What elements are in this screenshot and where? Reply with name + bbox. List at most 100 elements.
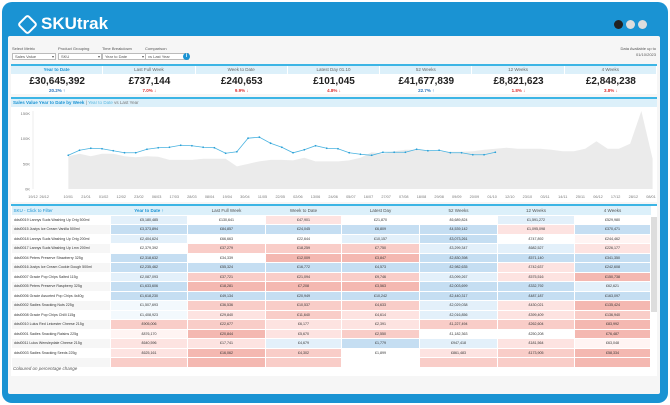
column-header[interactable]: 4 Weeks bbox=[574, 206, 651, 215]
value-cell: £4,679 bbox=[265, 338, 342, 349]
legend-ytd[interactable]: Year to Date bbox=[88, 100, 113, 105]
value-cell: £17,741 bbox=[187, 338, 266, 349]
column-header[interactable]: Week to Date bbox=[265, 206, 342, 215]
kpi-card[interactable]: Week to Date £240,653 9.9% ↓ bbox=[195, 66, 288, 94]
table-row[interactable]: ddsl0005 Peters Preserve Raspberry 325g £… bbox=[11, 281, 651, 292]
value-cell: £83,992 bbox=[574, 319, 651, 330]
sku-name[interactable]: ddsl0001 Sadies Snacking Raisins 225g bbox=[11, 328, 111, 339]
value-cell: £742,637 bbox=[497, 262, 575, 273]
column-header[interactable]: 52 Weeks bbox=[419, 206, 498, 215]
x-tick-label: 13/06 bbox=[311, 195, 321, 199]
ytd-point bbox=[89, 147, 92, 150]
table-row[interactable]: ddsl0007 Gracie Pop Chips Salted 115g £2,… bbox=[11, 271, 651, 282]
ytd-point bbox=[426, 149, 429, 152]
x-tick-label: 19/12 bbox=[28, 195, 38, 199]
kpi-card[interactable]: Latest Day 01.10 £101,045 4.8% ↓ bbox=[287, 66, 381, 94]
sku-name[interactable]: ddsl0003 Sadies Snacking Seeds 225g bbox=[11, 347, 111, 358]
value-cell: £7,208 bbox=[265, 281, 342, 292]
sku-name[interactable]: ddsl0005 Peters Preserve Raspberry 325g bbox=[11, 281, 111, 292]
x-tick-label: 08/01 bbox=[646, 195, 656, 199]
value-cell: £37,279 bbox=[187, 243, 266, 254]
page-dot[interactable] bbox=[626, 20, 635, 29]
sku-name[interactable]: ddsl0006 Gracie Assorted Pop Chips 4x40g bbox=[11, 290, 111, 301]
ytd-point bbox=[460, 151, 463, 154]
value-cell: £12,009 bbox=[265, 252, 342, 263]
x-tick-label: 23/02 bbox=[134, 195, 144, 199]
sku-name[interactable]: ddsl0011 Lulus Wensleydale Cheese 215g bbox=[11, 338, 111, 349]
value-cell: £4,302 bbox=[265, 347, 342, 358]
control-label: Select Metric bbox=[12, 46, 36, 51]
column-header[interactable]: Last Full Week bbox=[187, 206, 266, 215]
value-cell: £6,177 bbox=[265, 319, 342, 330]
x-tick-label: 11/05 bbox=[258, 195, 267, 199]
kpi-value: £240,653 bbox=[220, 76, 263, 87]
ytd-point bbox=[280, 146, 283, 149]
value-cell: £226,177 bbox=[574, 243, 651, 254]
sku-name[interactable]: ddsl0019 Lannys Suds Washing Up Orig 500… bbox=[11, 214, 111, 225]
sku-name[interactable]: ddsl0015 Justys Ice Cream Vanilla 500ml bbox=[11, 224, 111, 235]
table-row[interactable]: ddsl0016 Justys Ice Cream Cookie Dough 5… bbox=[11, 262, 651, 273]
control-select[interactable]: Year to Date bbox=[102, 53, 146, 60]
control-select[interactable]: Sales Value bbox=[12, 53, 56, 60]
table-row[interactable]: ddsl0006 Gracie Assorted Pop Chips 4x40g… bbox=[11, 290, 651, 301]
sku-name[interactable]: ddsl0007 Gracie Pop Chips Salted 115g bbox=[11, 271, 111, 282]
table-row[interactable]: ddsl0019 Lannys Suds Washing Up Orig 500… bbox=[11, 214, 651, 225]
sku-name[interactable]: ddsl0010 Lulus Red Leicester Cheese 215g bbox=[11, 319, 111, 330]
x-tick-label: 22/05 bbox=[275, 195, 285, 199]
value-cell: £21,094 bbox=[265, 271, 342, 282]
page-dot[interactable] bbox=[638, 20, 647, 29]
value-cell: £2,550 bbox=[341, 328, 420, 339]
kpi-card[interactable]: 52 Weeks £41,677,839 22.7% ↑ bbox=[380, 66, 473, 94]
table-row[interactable]: ddsl0015 Justys Ice Cream Vanilla 500ml £… bbox=[11, 224, 651, 235]
column-header[interactable]: SKU - Click to Filter bbox=[11, 206, 111, 215]
sku-name[interactable]: ddsl0004 Peters Preserve Strawberry 325g bbox=[11, 252, 111, 263]
sku-name[interactable]: ddsl0002 Sadies Snacking Nuts 225g bbox=[11, 300, 111, 311]
ytd-point bbox=[269, 142, 272, 145]
ytd-point bbox=[78, 149, 81, 152]
sku-name[interactable]: ddsl0018 Lannys Suds Washing Up Orig 200… bbox=[11, 233, 111, 244]
page-dot-active[interactable] bbox=[614, 20, 623, 29]
legend-last-year[interactable]: vs Last Year bbox=[113, 100, 139, 105]
value-cell: £5,670 bbox=[265, 328, 342, 339]
ytd-point bbox=[157, 146, 160, 149]
column-header[interactable]: Year to Date ↑ bbox=[110, 206, 188, 215]
value-cell: £2,029,038 bbox=[419, 300, 498, 311]
table-row[interactable]: ddsl0004 Peters Preserve Strawberry 325g… bbox=[11, 252, 651, 263]
table-row[interactable]: ddsl0003 Sadies Snacking Seeds 225g £625,… bbox=[11, 347, 651, 358]
ytd-point bbox=[112, 149, 115, 152]
value-cell: £150,738 bbox=[574, 271, 651, 282]
column-header[interactable]: 12 Weeks bbox=[497, 206, 575, 215]
value-cell: £430,021 bbox=[497, 300, 575, 311]
value-cell: £135,424 bbox=[574, 300, 651, 311]
kpi-card[interactable]: Last Full Week £737,144 7.0% ↓ bbox=[103, 66, 196, 94]
table-row[interactable]: ddsl0017 Lannys Suds Washing Up Lmn 200m… bbox=[11, 243, 651, 254]
value-cell: £4,614 bbox=[341, 309, 420, 320]
value-cell: £3,373,894 bbox=[110, 224, 188, 235]
sku-name[interactable]: ddsl0017 Lannys Suds Washing Up Lmn 200m… bbox=[11, 243, 111, 254]
sku-name[interactable]: ddsl0016 Justys Ice Cream Cookie Dough 5… bbox=[11, 262, 111, 273]
ytd-point bbox=[67, 154, 70, 157]
value-cell: £250,208 bbox=[497, 328, 575, 339]
table-row[interactable]: ddsl0001 Sadies Snacking Raisins 225g £87… bbox=[11, 328, 651, 339]
kpi-card[interactable]: 12 Weeks £8,821,623 1.8% ↓ bbox=[472, 66, 565, 94]
ytd-point bbox=[101, 147, 103, 150]
table-row[interactable]: ddsl0010 Lulus Red Leicester Cheese 215g… bbox=[11, 319, 651, 330]
value-cell: £55,324 bbox=[187, 262, 266, 273]
table-row[interactable]: ddsl0018 Lannys Suds Washing Up Orig 200… bbox=[11, 233, 651, 244]
value-cell: £49,134 bbox=[187, 290, 266, 301]
kpi-change: 22.7% ↑ bbox=[418, 88, 435, 93]
control-label: Time Breakdown bbox=[102, 46, 132, 51]
table-row[interactable]: ddsl0011 Lulus Wensleydale Cheese 215g £6… bbox=[11, 338, 651, 349]
kpi-card[interactable]: Year to Date £30,645,392 20.2% ↑ bbox=[11, 66, 104, 94]
info-icon[interactable]: i bbox=[183, 53, 190, 60]
control-select[interactable]: SKU bbox=[58, 53, 102, 60]
table-row[interactable]: ddsl0008 Gracie Pop Chips Chilli 115g £1,… bbox=[11, 309, 651, 320]
sku-name[interactable]: ddsl0008 Gracie Pop Chips Chilli 115g bbox=[11, 309, 111, 320]
y-tick-label: 0K bbox=[25, 187, 30, 192]
table-scrollbar[interactable] bbox=[651, 217, 657, 312]
value-cell: £5,180,485 bbox=[110, 214, 188, 225]
ytd-point bbox=[202, 146, 205, 149]
column-header[interactable]: Latest Day bbox=[341, 206, 420, 215]
kpi-card[interactable]: 4 Weeks £2,848,238 3.8% ↓ bbox=[564, 66, 657, 94]
table-row[interactable]: ddsl0002 Sadies Snacking Nuts 225g £1,507… bbox=[11, 300, 651, 311]
